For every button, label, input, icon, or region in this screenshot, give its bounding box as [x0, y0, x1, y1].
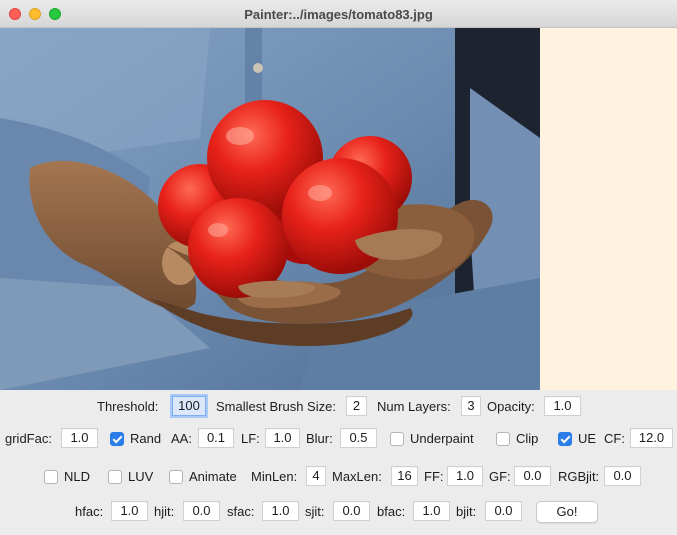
- luv-label: LUV: [128, 469, 154, 484]
- blur-field[interactable]: 0.5: [340, 428, 377, 448]
- gf-label: GF:: [489, 469, 511, 484]
- hjit-field[interactable]: 0.0: [183, 501, 220, 521]
- sfac-label: sfac:: [227, 504, 255, 519]
- underpaint-label: Underpaint: [410, 431, 474, 446]
- animate-label: Animate: [189, 469, 237, 484]
- nld-label: NLD: [64, 469, 91, 484]
- sfac-field[interactable]: 1.0: [262, 501, 299, 521]
- maxlen-field[interactable]: 16: [391, 466, 418, 486]
- title-bar: Painter:../images/tomato83.jpg: [0, 0, 677, 28]
- clip-label: Clip: [516, 431, 539, 446]
- brush-size-label: Smallest Brush Size:: [216, 399, 336, 414]
- rand-label: Rand: [130, 431, 162, 446]
- ff-field[interactable]: 1.0: [447, 466, 483, 486]
- minlen-field[interactable]: 4: [306, 466, 326, 486]
- row-threshold: Threshold: 100 Smallest Brush Size: 2 Nu…: [0, 396, 677, 418]
- opacity-field[interactable]: 1.0: [544, 396, 581, 416]
- clip-checkbox[interactable]: [496, 432, 510, 446]
- image-canvas: [0, 28, 540, 390]
- aa-field[interactable]: 0.1: [198, 428, 234, 448]
- row-nld: NLD LUV Animate MinLen: 4 MaxLen: 16 FF:…: [0, 466, 677, 488]
- underpaint-checkbox[interactable]: [390, 432, 404, 446]
- opacity-label: Opacity:: [487, 399, 535, 414]
- gridfac-label: gridFac:: [5, 431, 52, 446]
- blur-label: Blur:: [306, 431, 333, 446]
- nld-checkbox[interactable]: [44, 470, 58, 484]
- row-hfac: hfac: 1.0 hjit: 0.0 sfac: 1.0 sjit: 0.0 …: [0, 501, 677, 523]
- side-panel: [540, 28, 677, 390]
- bjit-label: bjit:: [456, 504, 477, 519]
- sjit-label: sjit:: [305, 504, 325, 519]
- ue-checkbox[interactable]: [558, 432, 572, 446]
- cf-label: CF:: [604, 431, 625, 446]
- ue-label: UE: [578, 431, 597, 446]
- go-button[interactable]: Go!: [536, 501, 598, 523]
- bjit-field[interactable]: 0.0: [485, 501, 522, 521]
- gf-field[interactable]: 0.0: [514, 466, 551, 486]
- row-gridfac: gridFac: 1.0 Rand AA: 0.1 LF: 1.0 Blur: …: [0, 428, 677, 450]
- rgbjit-label: RGBjit:: [558, 469, 600, 484]
- animate-checkbox[interactable]: [169, 470, 183, 484]
- tomato-photo: [0, 28, 540, 390]
- window-title: Painter:../images/tomato83.jpg: [244, 7, 433, 22]
- gridfac-field[interactable]: 1.0: [61, 428, 98, 448]
- aa-label: AA:: [171, 431, 192, 446]
- maxlen-label: MaxLen:: [332, 469, 382, 484]
- threshold-label: Threshold:: [97, 399, 159, 414]
- hjit-label: hjit:: [154, 504, 175, 519]
- hfac-field[interactable]: 1.0: [111, 501, 148, 521]
- luv-checkbox[interactable]: [108, 470, 122, 484]
- bfac-label: bfac:: [377, 504, 406, 519]
- rand-checkbox[interactable]: [110, 432, 124, 446]
- brush-size-field[interactable]: 2: [346, 396, 367, 416]
- minlen-label: MinLen:: [251, 469, 298, 484]
- lf-field[interactable]: 1.0: [265, 428, 300, 448]
- hfac-label: hfac:: [75, 504, 104, 519]
- num-layers-label: Num Layers:: [377, 399, 451, 414]
- num-layers-field[interactable]: 3: [461, 396, 481, 416]
- rgbjit-field[interactable]: 0.0: [604, 466, 641, 486]
- threshold-field[interactable]: 100: [172, 396, 206, 416]
- cf-field[interactable]: 12.0: [630, 428, 673, 448]
- lf-label: LF:: [241, 431, 260, 446]
- sjit-field[interactable]: 0.0: [333, 501, 370, 521]
- ff-label: FF:: [424, 469, 444, 484]
- bfac-field[interactable]: 1.0: [413, 501, 450, 521]
